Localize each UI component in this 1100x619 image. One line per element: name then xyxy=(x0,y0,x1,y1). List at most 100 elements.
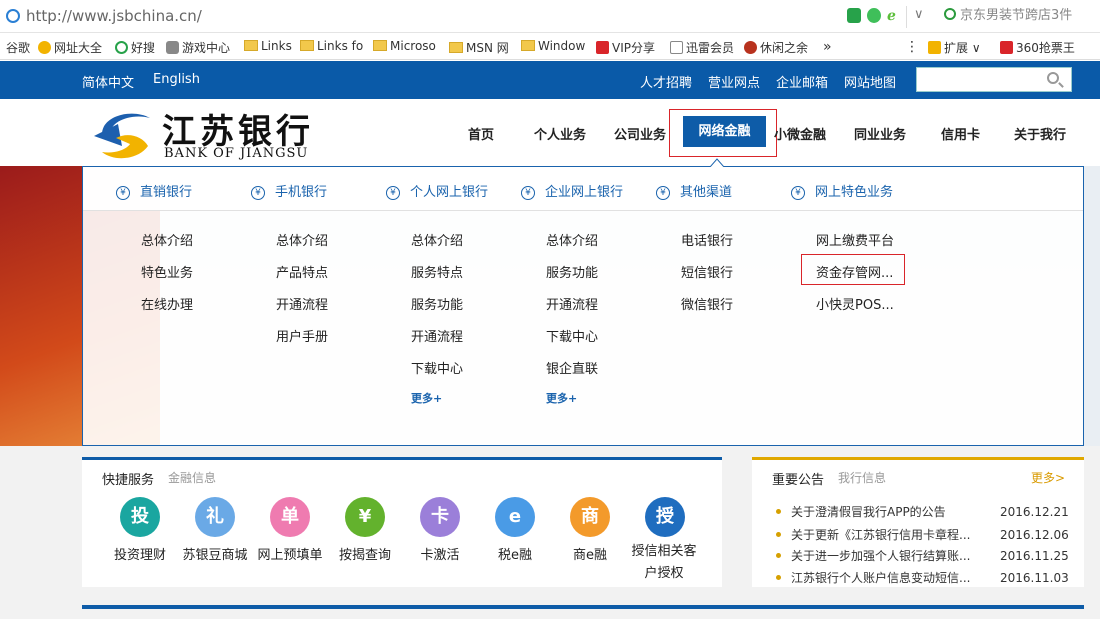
search-suggestion[interactable]: 京东男装节跨店3件 xyxy=(944,6,1100,28)
calendar-icon[interactable]: 单 xyxy=(270,497,310,537)
menu-item[interactable]: 银企直联 xyxy=(546,358,598,377)
notice-date: 2016.12.06 xyxy=(1000,528,1069,542)
col-head-mobile-bank[interactable]: ¥ 手机银行 xyxy=(251,181,327,200)
more-link[interactable]: 更多+ xyxy=(546,390,577,406)
bookmark-item[interactable]: Microso xyxy=(373,39,436,53)
nav-personal[interactable]: 个人业务 xyxy=(534,124,586,143)
lang-english-link[interactable]: English xyxy=(153,72,200,87)
search-icon xyxy=(944,8,956,20)
tap-icon[interactable]: 卡 xyxy=(420,497,460,537)
calculator-icon[interactable]: 商 xyxy=(570,497,610,537)
menu-item[interactable]: 开通流程 xyxy=(546,294,598,313)
menu-item[interactable]: 特色业务 xyxy=(141,262,193,281)
col-head-other-channels[interactable]: ¥ 其他渠道 xyxy=(656,181,732,200)
menu-item[interactable]: 服务功能 xyxy=(546,262,598,281)
quick-label[interactable]: 卡激活 xyxy=(400,544,480,563)
site-search-input[interactable] xyxy=(916,67,1072,92)
careers-link[interactable]: 人才招聘 xyxy=(640,72,692,91)
menu-item[interactable]: 下载中心 xyxy=(546,326,598,345)
menu-item[interactable]: 短信银行 xyxy=(681,262,733,281)
leaf-icon[interactable] xyxy=(867,8,881,23)
menu-item[interactable]: 开通流程 xyxy=(276,294,328,313)
puzzle-icon xyxy=(928,41,941,54)
notice-item[interactable]: 关于更新《江苏银行信用卡章程... xyxy=(776,526,970,543)
menu-item[interactable]: 服务特点 xyxy=(411,262,463,281)
menu-item[interactable]: 开通流程 xyxy=(411,326,463,345)
menu-item[interactable]: 总体介绍 xyxy=(411,230,463,249)
menu-item[interactable]: 下载中心 xyxy=(411,358,463,377)
bookmark-item[interactable]: 网址大全 xyxy=(38,39,102,56)
bookmark-item[interactable]: 游戏中心 xyxy=(166,39,230,56)
search-icon[interactable] xyxy=(1047,72,1059,84)
shield-icon[interactable] xyxy=(847,8,861,23)
nav-home[interactable]: 首页 xyxy=(468,124,494,143)
col-head-online-special[interactable]: ¥ 网上特色业务 xyxy=(791,181,893,200)
bookmark-item[interactable]: Links fo xyxy=(300,39,363,53)
nav-credit-card[interactable]: 信用卡 xyxy=(941,124,980,143)
notice-date: 2016.11.25 xyxy=(1000,549,1069,563)
quick-label[interactable]: 按揭查询 xyxy=(325,544,405,563)
sitemap-link[interactable]: 网站地图 xyxy=(844,72,896,91)
url-field[interactable]: http://www.jsbchina.cn/ xyxy=(26,7,202,25)
quick-label[interactable]: 苏银豆商城 xyxy=(175,544,255,563)
branches-link[interactable]: 营业网点 xyxy=(708,72,760,91)
e-icon[interactable]: e xyxy=(495,497,535,537)
notice-item[interactable]: 关于澄清假冒我行APP的公告 xyxy=(776,503,946,520)
notice-more-link[interactable]: 更多> xyxy=(1031,469,1065,486)
nav-corporate[interactable]: 公司业务 xyxy=(614,124,666,143)
notice-subtitle[interactable]: 我行信息 xyxy=(838,469,886,486)
bookmark-item[interactable]: 迅雷会员 xyxy=(670,39,734,56)
ie-icon[interactable]: ℯ xyxy=(887,8,901,24)
quick-label[interactable]: 商e融 xyxy=(550,544,630,563)
chevron-down-icon[interactable]: ∨ xyxy=(914,7,924,22)
extensions-button[interactable]: 扩展 ∨ xyxy=(928,39,981,56)
dropdown-caret xyxy=(710,158,724,167)
notice-title[interactable]: 重要公告 xyxy=(772,469,824,488)
menu-item[interactable]: 在线办理 xyxy=(141,294,193,313)
authorize-icon[interactable]: 授 xyxy=(645,497,685,537)
more-bookmarks-button[interactable]: » xyxy=(823,39,832,55)
quick-label[interactable]: 授信相关客户授权 xyxy=(628,541,700,585)
quick-label[interactable]: 税e融 xyxy=(475,544,555,563)
bank-logo-icon[interactable] xyxy=(92,106,156,162)
col-head-personal-ebank[interactable]: ¥ 个人网上银行 xyxy=(386,181,488,200)
quick-label[interactable]: 投资理财 xyxy=(100,544,180,563)
menu-item[interactable]: 用户手册 xyxy=(276,326,328,345)
bookmark-item[interactable]: 谷歌 xyxy=(6,39,30,56)
more-link[interactable]: 更多+ xyxy=(411,390,442,406)
quick-services-title[interactable]: 快捷服务 xyxy=(102,469,154,488)
nav-interbank[interactable]: 同业业务 xyxy=(854,124,906,143)
email-link[interactable]: 企业邮箱 xyxy=(776,72,828,91)
bookmark-item[interactable]: 休闲之余 xyxy=(744,39,808,56)
quick-label[interactable]: 网上预填单 xyxy=(250,544,330,563)
bookmark-item[interactable]: Links xyxy=(244,39,292,53)
menu-item[interactable]: 服务功能 xyxy=(411,294,463,313)
notice-item[interactable]: 江苏银行个人账户信息变动短信... xyxy=(776,569,970,586)
menu-item[interactable]: 小快灵POS... xyxy=(816,294,894,313)
bookmark-label: 网址大全 xyxy=(54,41,103,55)
menu-item[interactable]: 网上缴费平台 xyxy=(816,230,894,249)
yen-icon[interactable]: ¥ xyxy=(345,497,385,537)
col-head-corporate-ebank[interactable]: ¥ 企业网上银行 xyxy=(521,181,623,200)
menu-item[interactable]: 产品特点 xyxy=(276,262,328,281)
menu-item[interactable]: 总体介绍 xyxy=(546,230,598,249)
folder-icon xyxy=(449,42,463,53)
lang-chinese-link[interactable]: 简体中文 xyxy=(82,72,134,91)
menu-dots-icon[interactable]: ⋮ xyxy=(905,39,919,55)
menu-item[interactable]: 总体介绍 xyxy=(276,230,328,249)
nav-small-business[interactable]: 小微金融 xyxy=(774,124,826,143)
col-head-direct-bank[interactable]: ¥ 直销银行 xyxy=(116,181,192,200)
nav-about[interactable]: 关于我行 xyxy=(1014,124,1066,143)
bookmark-item[interactable]: MSN 网 xyxy=(449,39,509,56)
bookmark-item[interactable]: 好搜 xyxy=(115,39,155,56)
quick-services-subtitle[interactable]: 金融信息 xyxy=(168,469,216,486)
bookmark-item[interactable]: Window xyxy=(521,39,585,53)
menu-item[interactable]: 总体介绍 xyxy=(141,230,193,249)
bookmark-item[interactable]: 360抢票王 xyxy=(1000,39,1075,56)
invest-icon[interactable]: 投 xyxy=(120,497,160,537)
menu-item[interactable]: 微信银行 xyxy=(681,294,733,313)
notice-item[interactable]: 关于进一步加强个人银行结算账... xyxy=(776,547,970,564)
menu-item[interactable]: 电话银行 xyxy=(681,230,733,249)
bookmark-item[interactable]: VIP分享 xyxy=(596,39,655,56)
gift-icon[interactable]: 礼 xyxy=(195,497,235,537)
